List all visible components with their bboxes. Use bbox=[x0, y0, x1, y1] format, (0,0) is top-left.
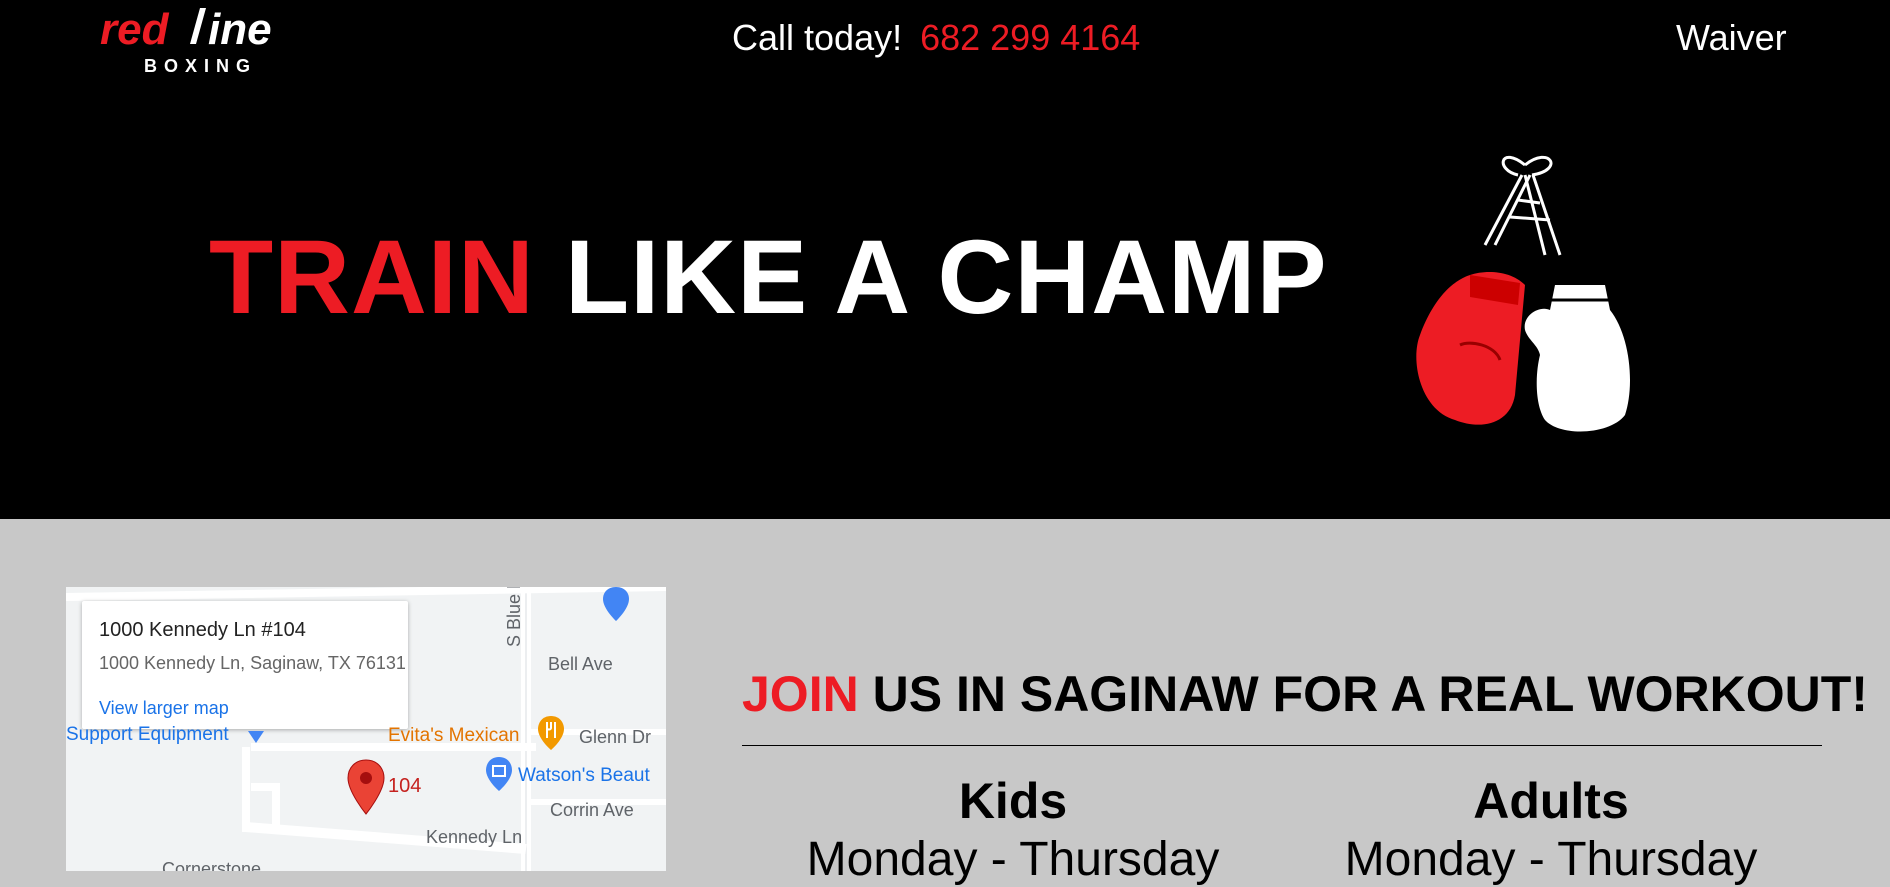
map-label-glenn: Glenn Dr bbox=[579, 727, 652, 747]
divider bbox=[742, 745, 1822, 746]
hero-red-word: TRAIN bbox=[209, 219, 535, 336]
call-label: Call today! bbox=[732, 17, 903, 58]
view-larger-map-link[interactable]: View larger map bbox=[99, 698, 229, 719]
boxing-gloves-icon bbox=[1416, 155, 1630, 432]
map-label-support[interactable]: Support Equipment bbox=[66, 724, 229, 746]
arrow-pin-icon bbox=[248, 731, 264, 743]
join-red-word: JOIN bbox=[742, 666, 859, 722]
join-heading: JOIN US IN SAGINAW FOR A REAL WORKOUT! bbox=[742, 665, 1868, 723]
kids-title: Kids bbox=[958, 773, 1068, 829]
waiver-link[interactable]: Waiver bbox=[1676, 17, 1787, 59]
svg-text:red: red bbox=[100, 5, 170, 54]
location-pin-icon[interactable] bbox=[345, 758, 387, 816]
hero-rest: LIKE A CHAMP bbox=[564, 219, 1328, 336]
join-rest: US IN SAGINAW FOR A REAL WORKOUT! bbox=[872, 666, 1868, 722]
map-label-cornerstone: Cornerstone bbox=[162, 859, 262, 871]
map-label-watsons[interactable]: Watson's Beaut bbox=[518, 765, 650, 787]
phone-link[interactable]: 682 299 4164 bbox=[920, 17, 1140, 58]
adults-title: Adults bbox=[1473, 773, 1629, 829]
google-map[interactable]: 1000 Kennedy Ln #104 1000 Kennedy Ln, Sa… bbox=[66, 587, 666, 871]
map-label-evitas[interactable]: Evita's Mexican bbox=[388, 725, 519, 747]
svg-text:ine: ine bbox=[208, 5, 272, 54]
shopping-pin-icon-top[interactable] bbox=[601, 587, 631, 623]
hero-headline: TRAIN LIKE A CHAMP bbox=[209, 218, 1328, 338]
map-pin-label: 104 bbox=[388, 775, 422, 797]
map-label-bell: Bell Ave bbox=[548, 654, 613, 674]
svg-text:BOXING: BOXING bbox=[144, 56, 257, 76]
redline-boxing-logo[interactable]: red ine BOXING bbox=[96, 4, 312, 76]
shopping-pin-icon[interactable] bbox=[484, 755, 514, 793]
map-card-address: 1000 Kennedy Ln, Saginaw, TX 76131 bbox=[99, 653, 406, 673]
map-label-blue-mound: S Blue M bbox=[504, 587, 524, 647]
call-today: Call today! 682 299 4164 bbox=[732, 17, 1140, 59]
restaurant-pin-icon[interactable] bbox=[536, 714, 566, 752]
map-label-kennedy: Kennedy Ln bbox=[426, 827, 523, 847]
map-info-card: 1000 Kennedy Ln #104 1000 Kennedy Ln, Sa… bbox=[82, 601, 408, 729]
adults-days: Monday - Thursday bbox=[1344, 833, 1758, 886]
kids-days: Monday - Thursday bbox=[806, 833, 1220, 886]
map-card-title: 1000 Kennedy Ln #104 bbox=[99, 619, 306, 641]
map-label-corrin: Corrin Ave bbox=[550, 800, 634, 820]
